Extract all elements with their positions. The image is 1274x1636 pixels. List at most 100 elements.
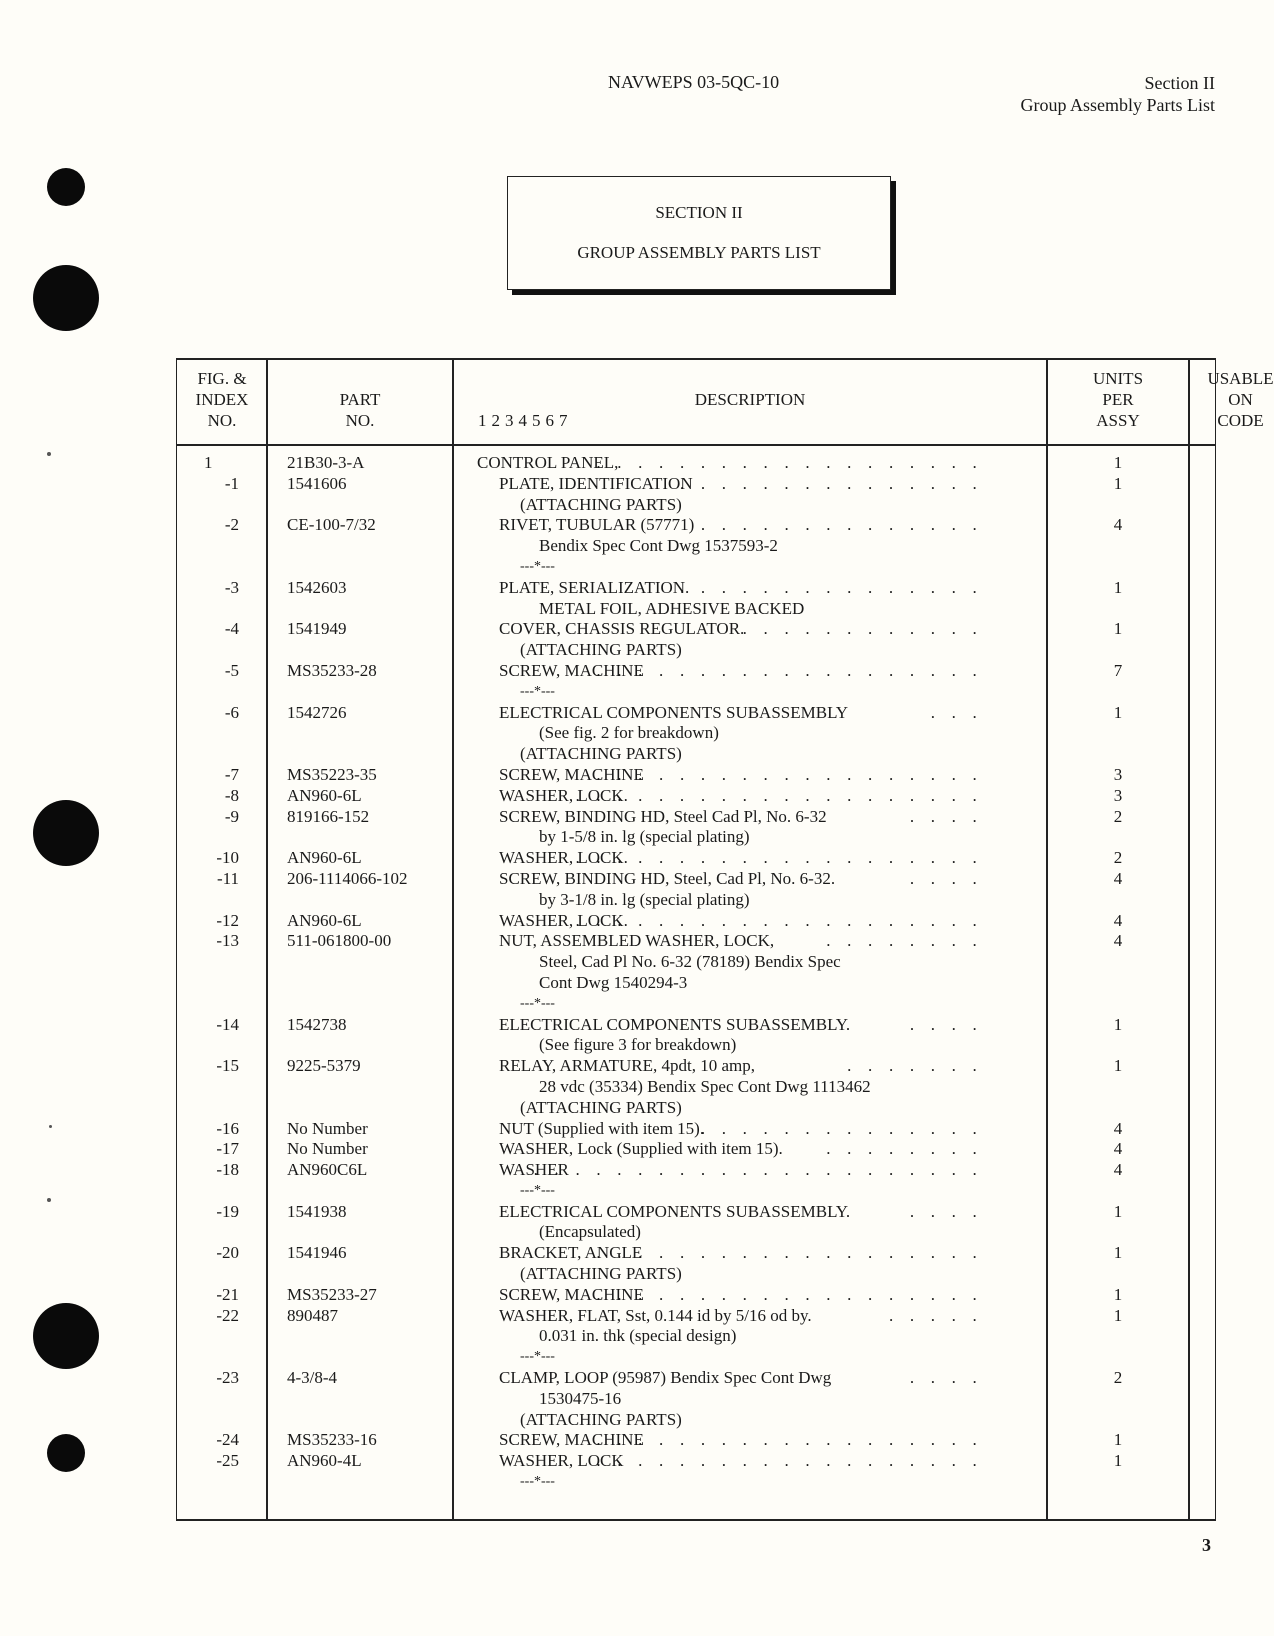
- table-row: ---*---: [177, 682, 1215, 703]
- table-row: (ATTACHING PARTS): [177, 744, 1215, 765]
- table-row: Steel, Cad Pl No. 6-32 (78189) Bendix Sp…: [177, 952, 1215, 973]
- index-number: -19: [216, 1201, 239, 1221]
- description: (Encapsulated): [539, 1222, 641, 1242]
- description: (ATTACHING PARTS): [520, 494, 682, 514]
- section-title: Group Assembly Parts List: [1020, 95, 1215, 115]
- part-number: MS35223-35: [287, 764, 377, 784]
- column-header-description: DESCRIPTION 1234567: [453, 389, 1047, 431]
- units-per-assy: 7: [1113, 660, 1123, 680]
- units-per-assy: 4: [1113, 515, 1123, 535]
- part-number: 4-3/8-4: [287, 1368, 338, 1388]
- part-number: AN960-6L: [287, 848, 362, 868]
- part-number: AN960-4L: [287, 1451, 362, 1471]
- header-line: DESCRIPTION: [694, 390, 806, 409]
- description: NUT, ASSEMBLED WASHER, LOCK,: [499, 931, 775, 951]
- part-number: MS35233-16: [287, 1430, 377, 1450]
- description: (ATTACHING PARTS): [520, 744, 682, 764]
- table-row: -9 819166-152 SCREW, BINDING HD, Steel Cad…: [177, 807, 1215, 828]
- index-number: -18: [216, 1160, 239, 1180]
- units-per-assy: 4: [1113, 1118, 1123, 1138]
- leader-dots: . . . . . . . . . . . .: [742, 619, 983, 639]
- description: (ATTACHING PARTS): [520, 1264, 682, 1284]
- separator-mark: ---*---: [520, 558, 555, 574]
- leader-dots: . . . . . . . . . . . . . . . . . . . .: [575, 848, 983, 868]
- leader-dots: . . . . . . . . . . . . . .: [700, 1118, 983, 1138]
- index-number: -7: [224, 764, 239, 784]
- table-row: -19 1541938 ELECTRICAL COMPONENTS SUBASSEM…: [177, 1202, 1215, 1223]
- table-row: by 1-5/8 in. lg (special plating): [177, 827, 1215, 848]
- index-number: -21: [216, 1284, 239, 1304]
- index-number: -25: [216, 1451, 239, 1471]
- table-row: -23 4-3/8-4 CLAMP, LOOP (95987) Bendix Spe…: [177, 1368, 1215, 1389]
- table-row: METAL FOIL, ADHESIVE BACKED: [177, 599, 1215, 620]
- part-number: AN960C6L: [287, 1160, 368, 1180]
- header-line: CODE: [1217, 411, 1264, 430]
- table-row: -20 1541946 BRACKET, ANGLE. . . . . . . . …: [177, 1243, 1215, 1264]
- description: 28 vdc (35334) Bendix Spec Cont Dwg 1113…: [539, 1076, 871, 1096]
- binder-hole: [47, 1434, 85, 1472]
- header-line: PART: [339, 390, 381, 409]
- speck-mark: [49, 1125, 52, 1128]
- leader-dots: . . . .: [909, 1014, 983, 1034]
- index-number: -4: [224, 619, 239, 639]
- leader-dots: . . . . . . . . . . . . . . . . . . .: [596, 1284, 983, 1304]
- header-line: UNITS: [1092, 369, 1144, 388]
- description: by 3-1/8 in. lg (special plating): [539, 889, 750, 909]
- description: CLAMP, LOOP (95987) Bendix Spec Cont Dwg: [499, 1368, 832, 1388]
- part-number: 1542603: [287, 577, 347, 597]
- index-number: -14: [216, 1014, 239, 1034]
- document-number: NAVWEPS 03-5QC-10: [608, 72, 780, 92]
- table-row: -16 No Number NUT (Supplied with item 15).…: [177, 1119, 1215, 1140]
- description: ELECTRICAL COMPONENTS SUBASSEMBLY: [499, 702, 849, 722]
- table-row: ---*---: [177, 1347, 1215, 1368]
- part-number: MS35233-28: [287, 660, 377, 680]
- units-per-assy: 1: [1113, 1284, 1123, 1304]
- part-number: 819166-152: [287, 806, 370, 826]
- index-number: -16: [216, 1118, 239, 1138]
- table-row: (ATTACHING PARTS): [177, 640, 1215, 661]
- leader-dots: . . . . . . . . . . . . . . . . . . . . …: [533, 1160, 983, 1180]
- leader-dots: . . . . . . . .: [826, 931, 983, 951]
- table-row: -25 AN960-4L WASHER, LOCK. . . . . . . . .…: [177, 1451, 1215, 1472]
- separator-mark: ---*---: [520, 683, 555, 699]
- header-line: PER: [1102, 390, 1134, 409]
- header-line: NO.: [345, 411, 375, 430]
- table-row: -8 AN960-6L WASHER, LOCK.. . . . . . . . .…: [177, 786, 1215, 807]
- table-row: -11 206-1114066-102 SCREW, BINDING HD, Ste…: [177, 869, 1215, 890]
- separator-mark: ---*---: [520, 995, 555, 1011]
- table-row: 1 21B30-3-A CONTROL PANEL,. . . . . . . . …: [177, 453, 1215, 474]
- header-line: ON: [1228, 390, 1253, 409]
- units-per-assy: 1: [1113, 577, 1123, 597]
- description: (See figure 3 for breakdown): [539, 1035, 737, 1055]
- table-row: (See fig. 2 for breakdown): [177, 723, 1215, 744]
- leader-dots: . . . . . . . . . . . . . . .: [679, 473, 983, 493]
- description: ELECTRICAL COMPONENTS SUBASSEMBLY.: [499, 1014, 851, 1034]
- separator-mark: ---*---: [520, 1182, 555, 1198]
- description: RELAY, ARMATURE, 4pdt, 10 amp,: [499, 1056, 755, 1076]
- index-number: -23: [216, 1368, 239, 1388]
- part-number: MS35233-27: [287, 1284, 377, 1304]
- leader-dots: . . . . . . . . . . . . . . . . . . . .: [575, 910, 983, 930]
- table-row: -13 511-061800-00 NUT, ASSEMBLED WASHER, L…: [177, 931, 1215, 952]
- table-row: 0.031 in. thk (special design): [177, 1326, 1215, 1347]
- leader-dots: . . . . . . . . . . . . . .: [700, 515, 983, 535]
- description: WASHER, Lock (Supplied with item 15).: [499, 1139, 783, 1159]
- index-number: -2: [224, 515, 239, 535]
- table-row: Cont Dwg 1540294-3: [177, 973, 1215, 994]
- description: 1530475-16: [539, 1388, 622, 1408]
- description: PLATE, IDENTIFICATION: [499, 473, 693, 493]
- table-row: ---*---: [177, 994, 1215, 1015]
- table-row: -7 MS35223-35 SCREW, MACHINE. . . . . . . …: [177, 765, 1215, 786]
- leader-dots: . . .: [930, 702, 983, 722]
- binder-hole: [47, 168, 85, 206]
- description: Cont Dwg 1540294-3: [539, 972, 688, 992]
- description: (See fig. 2 for breakdown): [539, 723, 719, 743]
- binder-hole: [33, 1303, 99, 1369]
- table-row: -17 No Number WASHER, Lock (Supplied with …: [177, 1139, 1215, 1160]
- header-line: INDEX: [195, 390, 249, 409]
- description: RIVET, TUBULAR (57771): [499, 515, 695, 535]
- column-header-usable-on-code: USABLE ON CODE: [1189, 368, 1274, 431]
- description: Bendix Spec Cont Dwg 1537593-2: [539, 536, 778, 556]
- table-row: -22 890487 WASHER, FLAT, Sst, 0.144 id by …: [177, 1306, 1215, 1327]
- table-row: by 3-1/8 in. lg (special plating): [177, 890, 1215, 911]
